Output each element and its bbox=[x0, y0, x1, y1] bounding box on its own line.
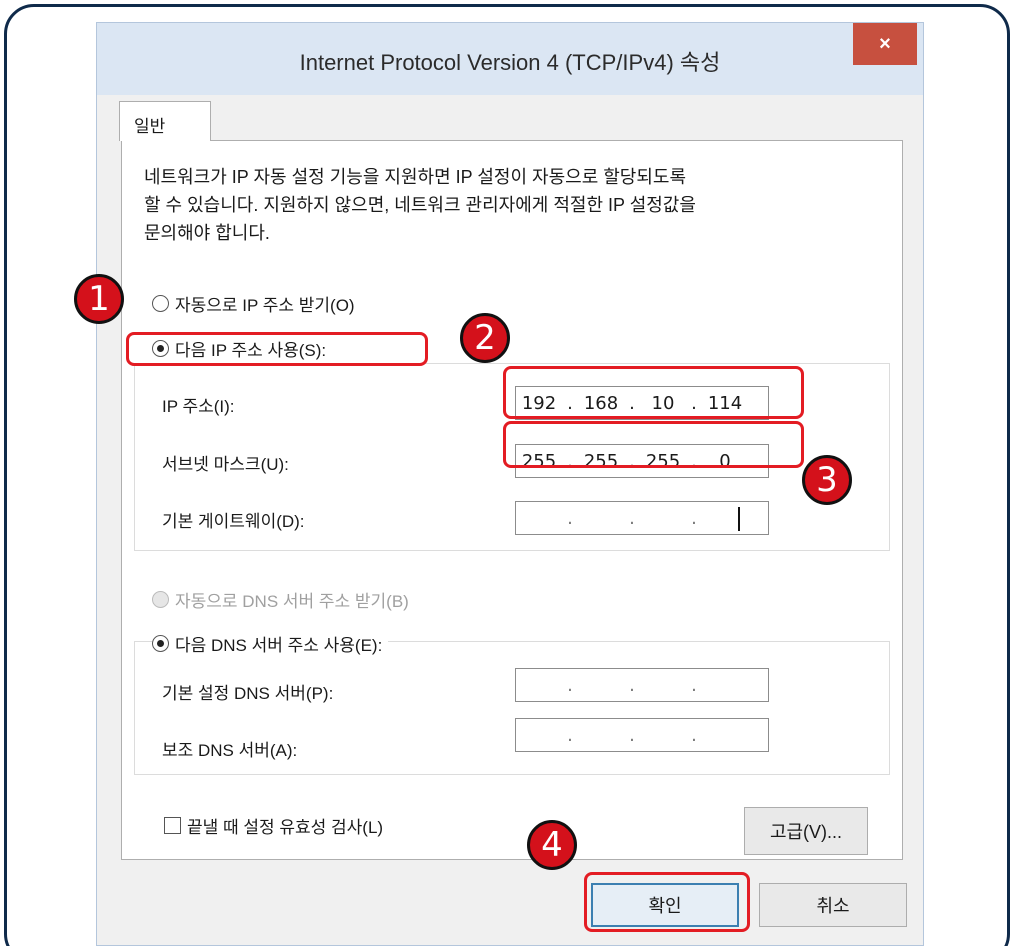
validate-settings-checkbox[interactable]: 끝낼 때 설정 유효성 검사(L) bbox=[164, 813, 383, 838]
manual-ip-highlight bbox=[126, 332, 428, 366]
manual-dns-radio[interactable]: 다음 DNS 서버 주소 사용(E): bbox=[152, 631, 389, 656]
radio-icon bbox=[152, 295, 169, 312]
preferred-dns-input[interactable]: . . . bbox=[515, 668, 769, 702]
subnet-mask-highlight bbox=[503, 421, 804, 468]
auto-ip-radio[interactable]: 자동으로 IP 주소 받기(O) bbox=[152, 291, 355, 316]
step-3-badge: 3 bbox=[802, 455, 852, 505]
text-caret bbox=[738, 507, 740, 531]
alternate-dns-label: 보조 DNS 서버(A): bbox=[162, 741, 298, 760]
window-title: Internet Protocol Version 4 (TCP/IPv4) 속… bbox=[299, 50, 721, 75]
tab-general[interactable]: 일반 bbox=[119, 101, 211, 141]
general-panel: 네트워크가 IP 자동 설정 기능을 지원하면 IP 설정이 자동으로 할당되도… bbox=[121, 140, 903, 860]
subnet-mask-label: 서브넷 마스크(U): bbox=[162, 455, 289, 474]
ip-address-highlight bbox=[503, 366, 804, 419]
close-button[interactable]: × bbox=[853, 23, 917, 65]
preferred-dns-label: 기본 설정 DNS 서버(P): bbox=[162, 684, 334, 703]
step-4-badge: 4 bbox=[527, 820, 577, 870]
description-text: 네트워크가 IP 자동 설정 기능을 지원하면 IP 설정이 자동으로 할당되도… bbox=[144, 163, 884, 247]
radio-selected-icon bbox=[152, 635, 169, 652]
ok-button-highlight bbox=[584, 872, 750, 932]
default-gateway-input[interactable]: . . . bbox=[515, 501, 769, 535]
step-2-badge: 2 bbox=[460, 313, 510, 363]
default-gateway-label: 기본 게이트웨이(D): bbox=[162, 512, 305, 531]
description-line: 할 수 있습니다. 지원하지 않으면, 네트워크 관리자에게 적절한 IP 설정… bbox=[144, 195, 696, 215]
validate-settings-label: 끝낼 때 설정 유효성 검사(L) bbox=[187, 818, 384, 837]
description-line: 문의해야 합니다. bbox=[144, 223, 270, 243]
advanced-button[interactable]: 고급(V)... bbox=[744, 807, 868, 855]
auto-dns-radio: 자동으로 DNS 서버 주소 받기(B) bbox=[152, 587, 409, 612]
cancel-button[interactable]: 취소 bbox=[759, 883, 907, 927]
checkbox-icon bbox=[164, 817, 181, 834]
auto-ip-label: 자동으로 IP 주소 받기(O) bbox=[175, 296, 355, 315]
step-1-badge: 1 bbox=[74, 274, 124, 324]
manual-dns-label: 다음 DNS 서버 주소 사용(E): bbox=[175, 636, 383, 655]
alternate-dns-input[interactable]: . . . bbox=[515, 718, 769, 752]
title-bar: Internet Protocol Version 4 (TCP/IPv4) 속… bbox=[97, 23, 923, 95]
ip-address-label: IP 주소(I): bbox=[162, 397, 235, 416]
ipv4-properties-dialog: Internet Protocol Version 4 (TCP/IPv4) 속… bbox=[96, 22, 924, 946]
description-line: 네트워크가 IP 자동 설정 기능을 지원하면 IP 설정이 자동으로 할당되도… bbox=[144, 167, 687, 187]
radio-icon bbox=[152, 591, 169, 608]
auto-dns-label: 자동으로 DNS 서버 주소 받기(B) bbox=[175, 592, 409, 611]
